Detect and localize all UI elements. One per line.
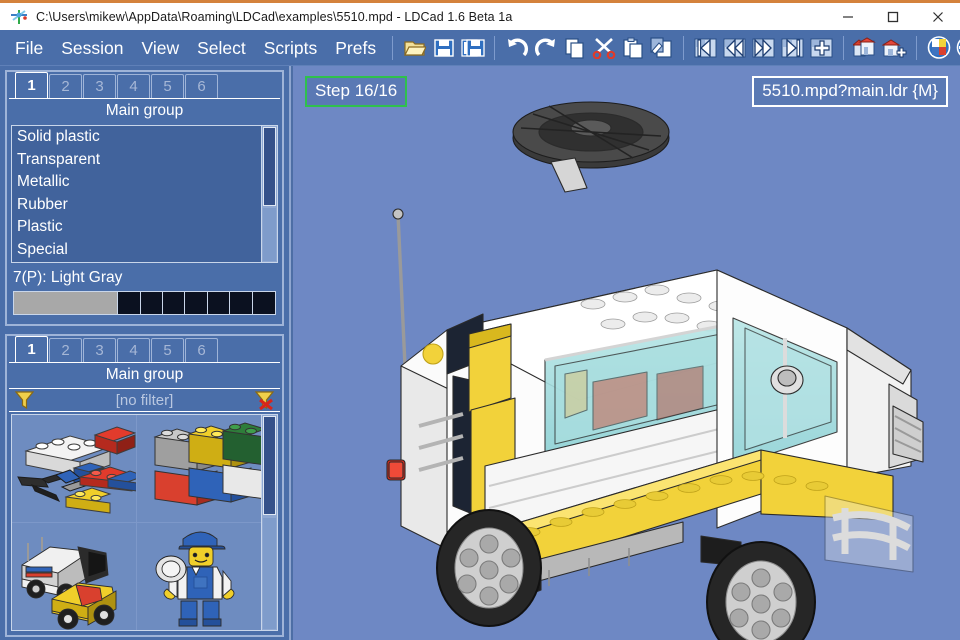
- color-tab-4[interactable]: 4: [117, 74, 150, 98]
- lego-truck-model: [386, 101, 924, 640]
- color-swatch-2[interactable]: [140, 292, 164, 314]
- scrollbar-track[interactable]: [263, 207, 276, 261]
- menu-scripts[interactable]: Scripts: [255, 30, 326, 66]
- model-name-label[interactable]: 5510.mpd?main.ldr {M}: [752, 76, 948, 107]
- parts-tab-3[interactable]: 3: [83, 338, 116, 362]
- parts-cells: [12, 415, 261, 630]
- step-indicator[interactable]: Step 16/16: [305, 76, 408, 107]
- color-swatch-0[interactable]: [14, 292, 119, 314]
- list-item[interactable]: Solid plastic: [12, 126, 277, 149]
- redo-icon[interactable]: [533, 35, 558, 60]
- color-select-icon[interactable]: [926, 35, 951, 60]
- save-as-file-icon[interactable]: [460, 35, 485, 60]
- list-item[interactable]: Special: [12, 239, 277, 262]
- toolbar-separator: [843, 35, 845, 60]
- color-tab-1[interactable]: 1: [15, 72, 48, 98]
- parts-tab-5[interactable]: 5: [151, 338, 184, 362]
- list-item[interactable]: Metallic: [12, 171, 277, 194]
- previous-step-icon[interactable]: [722, 35, 747, 60]
- parts-item-colored-bricks[interactable]: [136, 415, 261, 523]
- color-tab-5[interactable]: 5: [151, 74, 184, 98]
- parts-filter-row: [no filter]: [9, 388, 280, 412]
- minimize-button[interactable]: [825, 3, 870, 30]
- toolbar-separator: [683, 35, 685, 60]
- color-swatch-1[interactable]: [118, 292, 141, 314]
- model-viewport[interactable]: Step 16/16 5510.mpd?main.ldr {M}: [293, 66, 960, 640]
- menu-view[interactable]: View: [132, 30, 188, 66]
- color-tab-3[interactable]: 3: [83, 74, 116, 98]
- parts-grid-scrollbar[interactable]: [261, 415, 277, 630]
- scrollbar-thumb[interactable]: [263, 416, 276, 515]
- color-swatch-4[interactable]: [185, 292, 208, 314]
- undo-icon[interactable]: [504, 35, 529, 60]
- last-step-icon[interactable]: [780, 35, 805, 60]
- color-panel-tabs: 1 2 3 4 5 6: [7, 72, 282, 98]
- menu-session[interactable]: Session: [52, 30, 132, 66]
- scrollbar-track[interactable]: [263, 518, 276, 629]
- color-swatch-6[interactable]: [230, 292, 253, 314]
- paste-icon[interactable]: [620, 35, 645, 60]
- menu-toolbar: File Session View Select Scripts Prefs: [0, 30, 960, 66]
- next-step-icon[interactable]: [751, 35, 776, 60]
- color-category-list[interactable]: Solid plastic Transparent Metallic Rubbe…: [11, 125, 278, 263]
- list-item[interactable]: Transparent: [12, 149, 277, 172]
- parts-grid: [11, 414, 278, 631]
- first-step-icon[interactable]: [693, 35, 718, 60]
- color-tab-2[interactable]: 2: [49, 74, 82, 98]
- parts-item-minifigure[interactable]: [136, 522, 261, 630]
- paste-special-icon[interactable]: [649, 35, 674, 60]
- color-tab-6[interactable]: 6: [185, 74, 218, 98]
- ldcad-application-window: C:\Users\mikew\AppData\Roaming\LDCad\exa…: [0, 0, 960, 640]
- color-swatch-row[interactable]: [13, 291, 276, 315]
- list-item[interactable]: Rubber: [12, 194, 277, 217]
- maximize-button[interactable]: [870, 3, 915, 30]
- color-swatch-5[interactable]: [207, 292, 231, 314]
- close-button[interactable]: [915, 3, 960, 30]
- parts-filter-text[interactable]: [no filter]: [39, 392, 250, 409]
- cut-icon[interactable]: [591, 35, 616, 60]
- selected-color-label: 7(P): Light Gray: [13, 269, 123, 286]
- toolbar-separator: [494, 35, 496, 60]
- menu-prefs[interactable]: Prefs: [326, 30, 385, 66]
- parts-tab-1[interactable]: 1: [15, 336, 48, 362]
- window-controls: [825, 3, 960, 30]
- toolbar-separator: [916, 35, 918, 60]
- scrollbar-thumb[interactable]: [263, 127, 276, 206]
- color-add-icon[interactable]: [955, 35, 960, 60]
- parts-group-title: Main group: [9, 362, 280, 388]
- parts-item-bricks-and-plates[interactable]: [12, 415, 137, 523]
- funnel-icon[interactable]: [9, 390, 39, 410]
- add-step-icon[interactable]: [809, 35, 834, 60]
- parts-panel: 1 2 3 4 5 6 Main group [no filter]: [5, 334, 284, 637]
- title-bar: C:\Users\mikew\AppData\Roaming\LDCad\exa…: [0, 3, 960, 30]
- parts-panel-tabs: 1 2 3 4 5 6: [7, 336, 282, 362]
- menu-select[interactable]: Select: [188, 30, 255, 66]
- color-panel: 1 2 3 4 5 6 Main group Solid plastic Tra…: [5, 70, 284, 326]
- funnel-clear-icon[interactable]: [250, 390, 280, 410]
- parts-tab-6[interactable]: 6: [185, 338, 218, 362]
- parts-tab-2[interactable]: 2: [49, 338, 82, 362]
- color-swatch-3[interactable]: [163, 292, 186, 314]
- color-swatch-7[interactable]: [252, 292, 276, 314]
- parts-tab-4[interactable]: 4: [117, 338, 150, 362]
- submodel-list-icon[interactable]: [853, 35, 878, 60]
- add-submodel-icon[interactable]: [882, 35, 907, 60]
- toolbar-separator: [392, 35, 394, 60]
- save-file-icon[interactable]: [431, 35, 456, 60]
- left-dock: 1 2 3 4 5 6 Main group Solid plastic Tra…: [0, 66, 291, 640]
- open-file-icon[interactable]: [402, 35, 427, 60]
- color-list-scrollbar[interactable]: [261, 126, 277, 262]
- window-title: C:\Users\mikew\AppData\Roaming\LDCad\exa…: [36, 9, 513, 24]
- parts-item-vehicles[interactable]: [12, 522, 137, 630]
- list-item[interactable]: Plastic: [12, 216, 277, 239]
- copy-icon[interactable]: [562, 35, 587, 60]
- ldcad-axis-icon: [8, 7, 30, 27]
- menu-file[interactable]: File: [6, 30, 52, 66]
- color-group-title: Main group: [9, 98, 280, 124]
